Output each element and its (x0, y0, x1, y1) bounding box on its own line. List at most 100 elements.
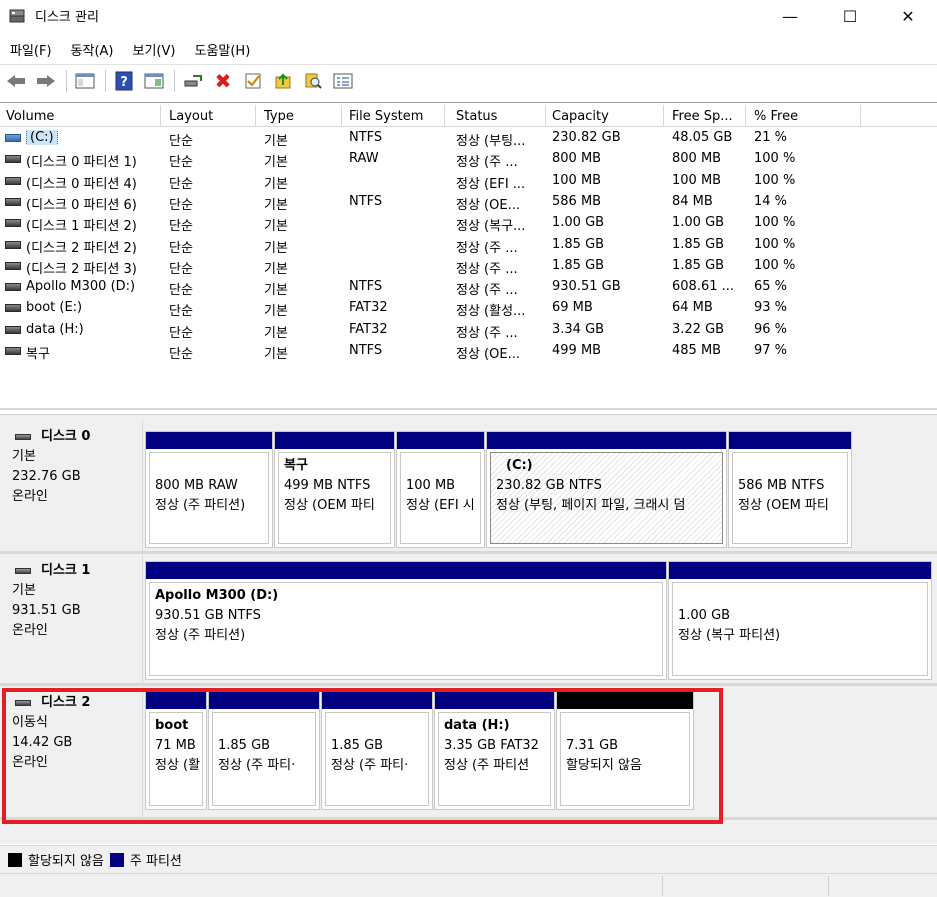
cell-file-system: NTFS (349, 130, 383, 145)
window-title: 디스크 관리 (35, 10, 99, 25)
disk-icon (15, 434, 31, 440)
up-folder-icon[interactable] (271, 69, 295, 93)
table-row[interactable]: (C:) 단순 기본 NTFS 정상 (부팅... 230.82 GB 48.05 GB 21… (0, 128, 937, 149)
cell-type: 기본 (264, 325, 288, 341)
menu-view[interactable]: 보기(V) (123, 36, 185, 62)
cell-status: 정상 (부팅... (456, 134, 526, 149)
cell-volume: 복구 (26, 347, 50, 362)
close-icon: ✕ (901, 6, 915, 26)
disk-0-name: 디스크 0 (12, 427, 142, 447)
delete-icon[interactable]: ✖ (211, 69, 235, 93)
cell-percent-free: 96 % (754, 321, 788, 337)
table-row[interactable]: (디스크 0 파티션 6) 단순 기본 NTFS 정상 (OE... 586 MB 84 M… (0, 192, 937, 213)
connect-drive-icon[interactable] (181, 69, 205, 93)
cell-capacity: 1.85 GB (552, 236, 605, 252)
disk-0-partition-recovery[interactable]: 복구 499 MB NTFS 정상 (OEM 파티 (274, 431, 395, 548)
cell-volume: (디스크 0 파티션 1) (26, 155, 137, 171)
table-row[interactable]: (디스크 2 파티션 3) 단순 기본 정상 (주 ... 1.85 GB 1.85 GB… (0, 256, 937, 277)
cell-free-space: 1.00 GB (672, 215, 725, 231)
table-row[interactable]: 복구 단순 기본 NTFS 정상 (OE... 499 MB 485 MB 97 % (0, 341, 937, 362)
cell-volume: (디스크 1 파티션 2) (26, 219, 137, 235)
cell-file-system: FAT32 (349, 321, 388, 337)
primary-partition-bar (397, 432, 484, 449)
volume-icon (5, 176, 21, 185)
column-volume[interactable]: Volume (0, 105, 161, 127)
volume-icon (5, 134, 21, 142)
primary-partition-bar (487, 432, 726, 449)
cell-type: 기본 (264, 134, 288, 149)
cell-status: 정상 (복구... (456, 219, 526, 235)
cell-percent-free: 93 % (754, 300, 788, 316)
minimize-button[interactable]: — (760, 0, 820, 32)
menu-file[interactable]: 파일(F) (0, 36, 61, 62)
cell-capacity: 100 MB (552, 172, 602, 188)
toolbar-separator (66, 70, 67, 92)
toolbar-separator (105, 70, 106, 92)
volume-icon (5, 197, 21, 206)
cell-layout: 단순 (169, 155, 193, 171)
primary-partition-bar (146, 562, 666, 579)
console-tree-icon[interactable] (73, 69, 97, 93)
table-row[interactable]: data (H:) 단순 기본 FAT32 정상 (주 ... 3.34 GB 3.22 G… (0, 320, 937, 341)
disk-0-partition-1[interactable]: 800 MB RAW 정상 (주 파티션) (145, 431, 273, 548)
properties-icon[interactable] (331, 69, 355, 93)
primary-partition-bar (669, 562, 931, 579)
column-layout[interactable]: Layout (163, 105, 256, 127)
volume-icon (5, 219, 21, 228)
help-icon[interactable]: ? (112, 69, 136, 93)
disk-0-partition-efi[interactable]: 100 MB 정상 (EFI 시 (396, 431, 485, 548)
cell-type: 기본 (264, 304, 288, 320)
disk-1-state: 온라인 (12, 623, 48, 638)
disk-0-partition-c[interactable]: (C:) 230.82 GB NTFS 정상 (부팅, 페이지 파일, 크래시 덤 (486, 431, 727, 548)
menu-action[interactable]: 동작(A) (61, 36, 123, 62)
toolbar-separator (174, 70, 175, 92)
close-button[interactable]: ✕ (878, 0, 937, 32)
cell-volume: (디스크 2 파티션 2) (26, 240, 137, 256)
column-percent-free[interactable]: % Free (748, 105, 861, 127)
table-row[interactable]: (디스크 0 파티션 1) 단순 기본 RAW 정상 (주 ... 800 MB 800 M… (0, 149, 937, 170)
table-row[interactable]: (디스크 1 파티션 2) 단순 기본 정상 (복구... 1.00 GB 1.00 GB… (0, 213, 937, 234)
search-icon[interactable] (301, 69, 325, 93)
check-icon[interactable] (241, 69, 265, 93)
cell-status: 정상 (주 ... (456, 261, 518, 277)
primary-partition-bar (275, 432, 394, 449)
maximize-button[interactable]: ☐ (820, 0, 880, 32)
disk-1-partition-recovery[interactable]: 1.00 GB 정상 (복구 파티션) (668, 561, 932, 680)
cell-type: 기본 (264, 155, 288, 171)
column-free-space[interactable]: Free Sp... (666, 105, 746, 127)
disk-1-info[interactable]: 디스크 1 기본 931.51 GB 온라인 (2, 555, 143, 683)
cell-free-space: 800 MB (672, 151, 722, 167)
cell-free-space: 1.85 GB (672, 257, 725, 273)
back-arrow-icon[interactable] (4, 69, 28, 93)
table-row[interactable]: Apollo M300 (D:) 단순 기본 NTFS 정상 (주 ... 930.51 … (0, 277, 937, 298)
forward-arrow-icon[interactable] (34, 69, 58, 93)
table-row[interactable]: boot (E:) 단순 기본 FAT32 정상 (활성... 69 MB 64 MB 93 … (0, 298, 937, 319)
cell-free-space: 100 MB (672, 172, 722, 188)
disk-0-partition-6[interactable]: 586 MB NTFS 정상 (OEM 파티 (728, 431, 852, 548)
action-pane-icon[interactable] (142, 69, 166, 93)
cell-volume: Apollo M300 (D:) (26, 279, 136, 295)
table-row[interactable]: (디스크 2 파티션 2) 단순 기본 정상 (주 ... 1.85 GB 1.85 GB… (0, 235, 937, 256)
cell-file-system: NTFS (349, 343, 383, 358)
cell-volume: (디스크 2 파티션 3) (26, 261, 137, 277)
table-row[interactable]: (디스크 0 파티션 4) 단순 기본 정상 (EFI ... 100 MB 100 MB… (0, 171, 937, 192)
column-status[interactable]: Status (450, 105, 546, 127)
disk-0-info[interactable]: 디스크 0 기본 232.76 GB 온라인 (2, 421, 143, 553)
cell-volume: data (H:) (26, 321, 84, 337)
column-file-system[interactable]: File System (343, 105, 445, 127)
cell-free-space: 3.22 GB (672, 321, 725, 337)
cell-layout: 단순 (169, 219, 193, 235)
minimize-icon: — (782, 6, 798, 26)
status-bar (0, 873, 937, 897)
cell-percent-free: 100 % (754, 236, 796, 252)
menu-help[interactable]: 도움말(H) (184, 36, 259, 62)
cell-free-space: 1.85 GB (672, 236, 725, 252)
column-type[interactable]: Type (258, 105, 342, 127)
disk-0-state: 온라인 (12, 489, 48, 504)
status-divider (662, 876, 663, 896)
column-capacity[interactable]: Capacity (546, 105, 664, 127)
disk-1-partition-d[interactable]: Apollo M300 (D:) 930.51 GB NTFS 정상 (주 파티션) (145, 561, 667, 680)
disk-management-app-icon (9, 9, 25, 23)
cell-capacity: 3.34 GB (552, 321, 605, 337)
unallocated-swatch (8, 852, 22, 867)
